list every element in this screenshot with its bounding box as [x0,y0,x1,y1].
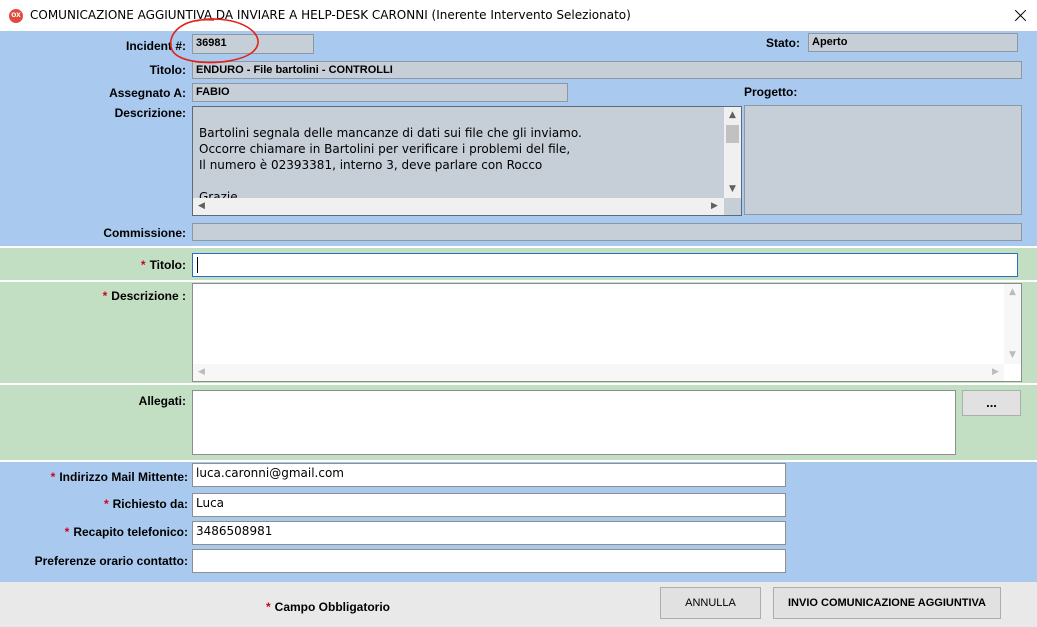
titolo-label: * Titolo: [60,258,186,272]
incident-label: Incident #: [125,39,186,53]
commissione-field [192,223,1022,241]
stato-field: Aperto [808,33,1018,52]
scroll-up-arrow-icon[interactable]: ▲ [724,107,741,124]
required-star: * [266,600,271,614]
browse-attachments-button[interactable]: ... [962,390,1021,416]
titolo-field-readonly: ENDURO - File bartolini - CONTROLLI [192,61,1022,79]
mail-label: * Indirizzo Mail Mittente: [2,470,188,484]
titolo-label-text: Titolo: [149,258,186,272]
app-icon-text: OX [11,12,21,19]
required-star: * [140,258,146,272]
scroll-up-arrow-icon[interactable]: ▲ [1004,284,1021,301]
descrizione-label-text: Descrizione : [111,289,186,303]
annulla-button[interactable]: ANNULLA [660,587,761,619]
close-icon[interactable] [1004,0,1037,31]
scroll-right-arrow-icon[interactable]: ▶ [706,198,723,215]
preferenze-label: Preferenze orario contatto: [34,554,188,568]
scroll-left-arrow-icon[interactable]: ◀ [193,198,210,215]
preferenze-input[interactable] [192,549,786,573]
required-star: * [64,525,70,539]
text-cursor [197,257,198,273]
scroll-left-arrow-icon[interactable]: ◀ [193,364,210,381]
recapito-label: * Recapito telefonico: [2,525,188,539]
mail-input[interactable]: luca.caronni@gmail.com [192,463,786,487]
progetto-field [744,105,1022,215]
descrizione-label: * Descrizione : [60,289,186,303]
richiesto-label-text: Richiesto da: [112,497,188,511]
scroll-thumb[interactable] [726,125,739,143]
allegati-label: Allegati: [138,394,186,408]
scroll-right-arrow-icon[interactable]: ▶ [987,364,1004,381]
app-icon: OX [9,9,23,23]
title-bar: OX COMUNICAZIONE AGGIUNTIVA DA INVIARE A… [0,0,1037,31]
richiesto-input[interactable]: Luca [192,493,786,517]
required-star: * [50,470,56,484]
scroll-down-arrow-icon[interactable]: ▼ [724,181,741,198]
descrizione-textarea[interactable]: ▲ ▼ ◀ ▶ [192,283,1022,382]
descrizione-vertical-scrollbar[interactable]: ▲ ▼ [724,107,741,198]
stato-label: Stato: [766,36,800,50]
window-title: COMUNICAZIONE AGGIUNTIVA DA INVIARE A HE… [30,8,631,22]
required-star: * [102,289,108,303]
recapito-label-text: Recapito telefonico: [73,525,188,539]
descrizione-input-vertical-scrollbar[interactable]: ▲ ▼ [1004,284,1021,364]
allegati-list[interactable] [192,390,956,455]
descrizione-horizontal-scrollbar[interactable]: ◀ ▶ [193,198,724,215]
titolo-input[interactable] [192,253,1018,277]
scroll-down-arrow-icon[interactable]: ▼ [1004,347,1021,364]
assegnato-label: Assegnato A: [109,86,186,100]
mail-label-text: Indirizzo Mail Mittente: [59,470,188,484]
descrizione-label-readonly: Descrizione: [114,106,186,120]
required-star: * [103,497,109,511]
incident-number-field: 36981 [192,34,314,54]
required-note-text: Campo Obbligatorio [274,600,391,614]
richiesto-label: * Richiesto da: [2,497,188,511]
descrizione-input-horizontal-scrollbar[interactable]: ◀ ▶ [193,364,1004,381]
required-note: * Campo Obbligatorio [266,600,390,614]
recapito-input[interactable]: 3486508981 [192,521,786,545]
invio-button[interactable]: INVIO COMUNICAZIONE AGGIUNTIVA [773,587,1001,619]
commissione-label: Commissione: [103,226,186,240]
descrizione-textarea-readonly: Bartolini segnala delle mancanze di dati… [192,106,742,216]
titolo-label-readonly: Titolo: [149,63,186,77]
progetto-label: Progetto: [744,85,798,99]
descrizione-text: Bartolini segnala delle mancanze di dati… [199,126,582,198]
assegnato-field: FABIO [192,83,568,102]
